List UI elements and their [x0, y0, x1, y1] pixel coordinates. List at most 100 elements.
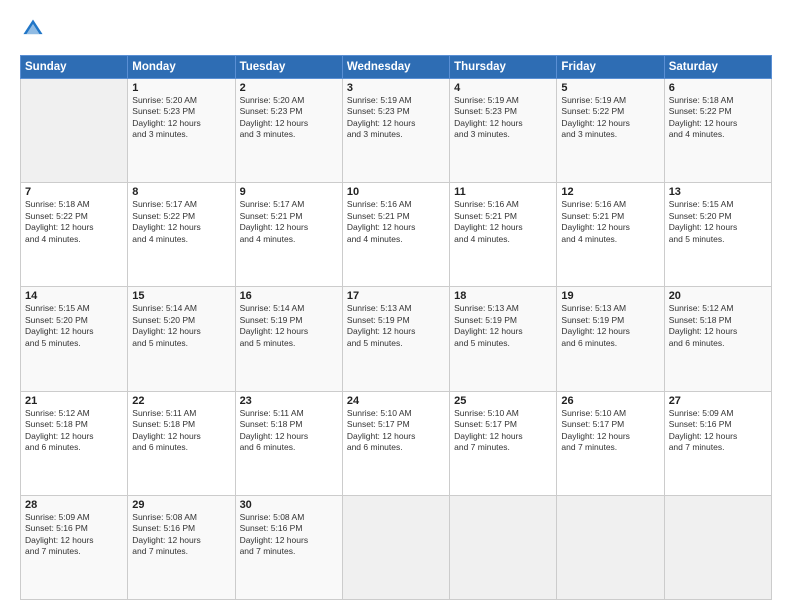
day-info: Sunrise: 5:16 AMSunset: 5:21 PMDaylight:… — [561, 199, 659, 245]
day-number: 9 — [240, 186, 338, 198]
header — [20, 18, 772, 45]
day-number: 21 — [25, 395, 123, 407]
calendar-cell — [342, 495, 449, 599]
day-number: 23 — [240, 395, 338, 407]
calendar-cell: 5Sunrise: 5:19 AMSunset: 5:22 PMDaylight… — [557, 79, 664, 183]
calendar-cell: 10Sunrise: 5:16 AMSunset: 5:21 PMDayligh… — [342, 183, 449, 287]
day-number: 17 — [347, 290, 445, 302]
calendar-cell: 8Sunrise: 5:17 AMSunset: 5:22 PMDaylight… — [128, 183, 235, 287]
calendar-header-tuesday: Tuesday — [235, 56, 342, 79]
calendar-cell: 11Sunrise: 5:16 AMSunset: 5:21 PMDayligh… — [450, 183, 557, 287]
day-number: 25 — [454, 395, 552, 407]
day-number: 22 — [132, 395, 230, 407]
calendar-cell: 9Sunrise: 5:17 AMSunset: 5:21 PMDaylight… — [235, 183, 342, 287]
calendar-cell: 14Sunrise: 5:15 AMSunset: 5:20 PMDayligh… — [21, 287, 128, 391]
calendar-week-2: 7Sunrise: 5:18 AMSunset: 5:22 PMDaylight… — [21, 183, 772, 287]
calendar-cell: 4Sunrise: 5:19 AMSunset: 5:23 PMDaylight… — [450, 79, 557, 183]
calendar-cell: 17Sunrise: 5:13 AMSunset: 5:19 PMDayligh… — [342, 287, 449, 391]
calendar-cell: 20Sunrise: 5:12 AMSunset: 5:18 PMDayligh… — [664, 287, 771, 391]
calendar-header-friday: Friday — [557, 56, 664, 79]
day-info: Sunrise: 5:19 AMSunset: 5:23 PMDaylight:… — [454, 95, 552, 141]
calendar-table: SundayMondayTuesdayWednesdayThursdayFrid… — [20, 55, 772, 600]
day-info: Sunrise: 5:10 AMSunset: 5:17 PMDaylight:… — [454, 408, 552, 454]
calendar-cell: 23Sunrise: 5:11 AMSunset: 5:18 PMDayligh… — [235, 391, 342, 495]
day-info: Sunrise: 5:14 AMSunset: 5:20 PMDaylight:… — [132, 303, 230, 349]
day-info: Sunrise: 5:19 AMSunset: 5:22 PMDaylight:… — [561, 95, 659, 141]
day-info: Sunrise: 5:19 AMSunset: 5:23 PMDaylight:… — [347, 95, 445, 141]
day-info: Sunrise: 5:12 AMSunset: 5:18 PMDaylight:… — [669, 303, 767, 349]
day-number: 15 — [132, 290, 230, 302]
day-number: 1 — [132, 82, 230, 94]
calendar-cell: 3Sunrise: 5:19 AMSunset: 5:23 PMDaylight… — [342, 79, 449, 183]
logo — [20, 18, 44, 45]
calendar-header-thursday: Thursday — [450, 56, 557, 79]
calendar-header-monday: Monday — [128, 56, 235, 79]
calendar-cell: 27Sunrise: 5:09 AMSunset: 5:16 PMDayligh… — [664, 391, 771, 495]
page: SundayMondayTuesdayWednesdayThursdayFrid… — [0, 0, 792, 612]
day-number: 19 — [561, 290, 659, 302]
calendar-cell: 29Sunrise: 5:08 AMSunset: 5:16 PMDayligh… — [128, 495, 235, 599]
calendar-cell: 13Sunrise: 5:15 AMSunset: 5:20 PMDayligh… — [664, 183, 771, 287]
calendar-cell: 15Sunrise: 5:14 AMSunset: 5:20 PMDayligh… — [128, 287, 235, 391]
day-number: 27 — [669, 395, 767, 407]
day-info: Sunrise: 5:13 AMSunset: 5:19 PMDaylight:… — [454, 303, 552, 349]
day-info: Sunrise: 5:16 AMSunset: 5:21 PMDaylight:… — [347, 199, 445, 245]
day-number: 26 — [561, 395, 659, 407]
logo-icon — [22, 18, 44, 40]
calendar-cell — [21, 79, 128, 183]
calendar-cell — [450, 495, 557, 599]
day-info: Sunrise: 5:11 AMSunset: 5:18 PMDaylight:… — [132, 408, 230, 454]
day-number: 30 — [240, 499, 338, 511]
calendar-cell: 1Sunrise: 5:20 AMSunset: 5:23 PMDaylight… — [128, 79, 235, 183]
calendar-cell: 2Sunrise: 5:20 AMSunset: 5:23 PMDaylight… — [235, 79, 342, 183]
day-info: Sunrise: 5:17 AMSunset: 5:21 PMDaylight:… — [240, 199, 338, 245]
day-info: Sunrise: 5:08 AMSunset: 5:16 PMDaylight:… — [132, 512, 230, 558]
calendar-week-1: 1 Sunrise: 5:20 AMSunset: 5:23 PMDaylight… — [21, 79, 772, 183]
day-info: Sunrise: 5:09 AMSunset: 5:16 PMDaylight:… — [25, 512, 123, 558]
day-info: Sunrise: 5:13 AMSunset: 5:19 PMDaylight:… — [561, 303, 659, 349]
day-info: Sunrise: 5:09 AMSunset: 5:16 PMDaylight:… — [669, 408, 767, 454]
calendar-week-5: 28Sunrise: 5:09 AMSunset: 5:16 PMDayligh… — [21, 495, 772, 599]
day-info: Sunrise: 5:14 AMSunset: 5:19 PMDaylight:… — [240, 303, 338, 349]
day-info: Sunrise: 5:20 AMSunset: 5:23 PMDaylight:… — [240, 95, 338, 141]
day-info: Sunrise: 5:18 AMSunset: 5:22 PMDaylight:… — [669, 95, 767, 141]
calendar-week-3: 14Sunrise: 5:15 AMSunset: 5:20 PMDayligh… — [21, 287, 772, 391]
calendar-cell: 22Sunrise: 5:11 AMSunset: 5:18 PMDayligh… — [128, 391, 235, 495]
day-info: Sunrise: 5:08 AMSunset: 5:16 PMDaylight:… — [240, 512, 338, 558]
calendar-cell: 16Sunrise: 5:14 AMSunset: 5:19 PMDayligh… — [235, 287, 342, 391]
calendar-cell: 24Sunrise: 5:10 AMSunset: 5:17 PMDayligh… — [342, 391, 449, 495]
day-number: 4 — [454, 82, 552, 94]
calendar-cell: 25Sunrise: 5:10 AMSunset: 5:17 PMDayligh… — [450, 391, 557, 495]
day-number: 11 — [454, 186, 552, 198]
day-number: 29 — [132, 499, 230, 511]
calendar-cell: 30Sunrise: 5:08 AMSunset: 5:16 PMDayligh… — [235, 495, 342, 599]
day-number: 18 — [454, 290, 552, 302]
day-info: Sunrise: 5:15 AMSunset: 5:20 PMDaylight:… — [669, 199, 767, 245]
day-number: 13 — [669, 186, 767, 198]
calendar-week-4: 21Sunrise: 5:12 AMSunset: 5:18 PMDayligh… — [21, 391, 772, 495]
day-number: 7 — [25, 186, 123, 198]
day-number: 12 — [561, 186, 659, 198]
calendar-header-row: SundayMondayTuesdayWednesdayThursdayFrid… — [21, 56, 772, 79]
day-info: Sunrise: 5:15 AMSunset: 5:20 PMDaylight:… — [25, 303, 123, 349]
day-number: 20 — [669, 290, 767, 302]
day-number: 6 — [669, 82, 767, 94]
day-number: 16 — [240, 290, 338, 302]
day-info: Sunrise: 5:10 AMSunset: 5:17 PMDaylight:… — [561, 408, 659, 454]
calendar-header-sunday: Sunday — [21, 56, 128, 79]
day-info: Sunrise: 5:13 AMSunset: 5:19 PMDaylight:… — [347, 303, 445, 349]
day-number: 8 — [132, 186, 230, 198]
calendar-header-saturday: Saturday — [664, 56, 771, 79]
day-number: 14 — [25, 290, 123, 302]
day-number: 10 — [347, 186, 445, 198]
calendar-header-wednesday: Wednesday — [342, 56, 449, 79]
calendar-cell: 26Sunrise: 5:10 AMSunset: 5:17 PMDayligh… — [557, 391, 664, 495]
day-info: Sunrise: 5:11 AMSunset: 5:18 PMDaylight:… — [240, 408, 338, 454]
calendar-cell: 12Sunrise: 5:16 AMSunset: 5:21 PMDayligh… — [557, 183, 664, 287]
day-info: Sunrise: 5:16 AMSunset: 5:21 PMDaylight:… — [454, 199, 552, 245]
day-number: 5 — [561, 82, 659, 94]
day-number: 3 — [347, 82, 445, 94]
day-info: Sunrise: 5:18 AMSunset: 5:22 PMDaylight:… — [25, 199, 123, 245]
calendar-cell: 21Sunrise: 5:12 AMSunset: 5:18 PMDayligh… — [21, 391, 128, 495]
day-info: Sunrise: 5:12 AMSunset: 5:18 PMDaylight:… — [25, 408, 123, 454]
